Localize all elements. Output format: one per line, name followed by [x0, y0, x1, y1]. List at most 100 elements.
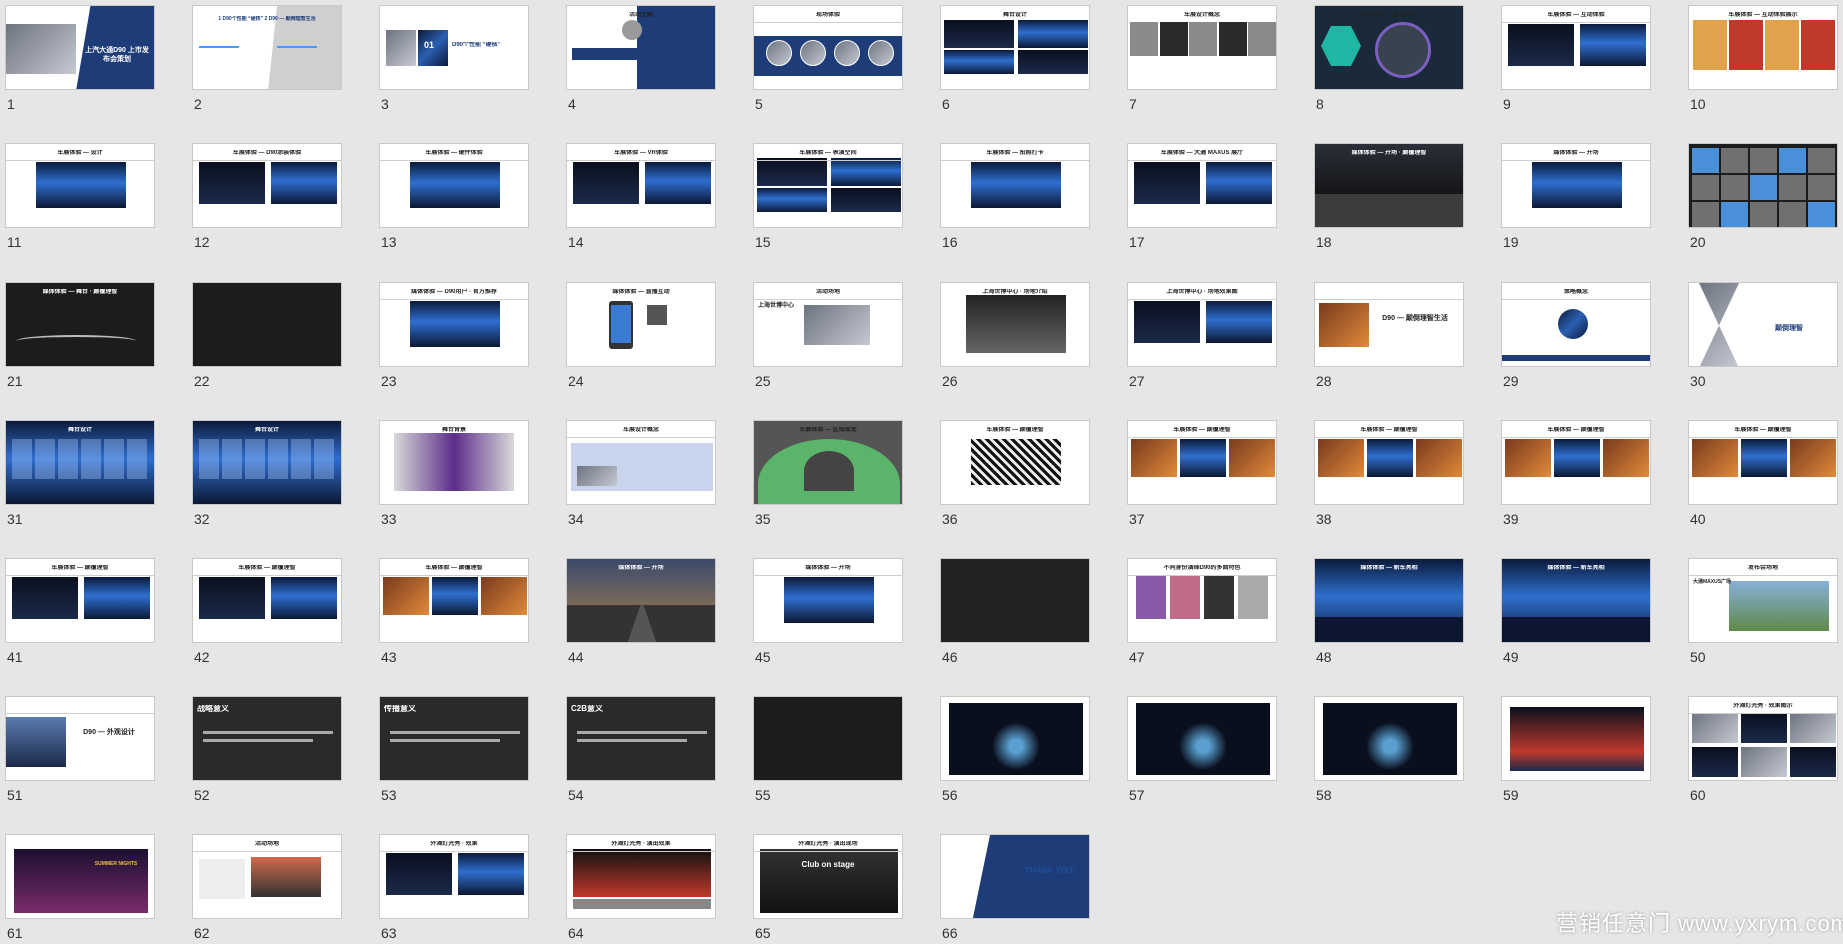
- slide-thumbnail[interactable]: 外滩灯光秀 · 演出现场 Club on stage: [753, 834, 903, 919]
- slide-thumbnail[interactable]: 传播意义: [379, 696, 529, 781]
- slide-thumbnail[interactable]: 车展体验 — 区域规划: [1314, 5, 1464, 90]
- slide-thumbnail[interactable]: 车展体验 — 颠覆理智: [1127, 420, 1277, 505]
- slide-thumbnail[interactable]: 策略概念: [1501, 282, 1651, 367]
- slide-thumbnail[interactable]: [1314, 696, 1464, 781]
- slide-thumbnail[interactable]: 车展体验 — 颠覆理智: [5, 558, 155, 643]
- slide-thumbnail[interactable]: 活动场地: [192, 834, 342, 919]
- slide-thumbnail[interactable]: 不同身份演绎D90的多面特色: [1127, 558, 1277, 643]
- slide-thumbnail[interactable]: 舞台背景: [379, 420, 529, 505]
- slide-thumbnail[interactable]: 媒体体验 — 开场: [753, 558, 903, 643]
- slide-thumbnail[interactable]: 车展体验 — D90涂装体验: [192, 143, 342, 228]
- text-lines: [390, 739, 500, 742]
- grid-photo: [1790, 713, 1836, 743]
- slide-thumbnail[interactable]: 媒体体验 — 舞台 · 颠覆理智: [5, 282, 155, 367]
- strip-photo: [1248, 22, 1276, 56]
- slide-thumbnail[interactable]: 媒体体验 — 新车亮相: [1314, 558, 1464, 643]
- slide-thumbnail[interactable]: 媒体体验 — 开场: [1501, 143, 1651, 228]
- slide-number: 60: [1690, 787, 1706, 803]
- slide-number: 44: [568, 649, 584, 665]
- slide-thumbnail[interactable]: 车展体验 — 颠覆理智: [1314, 420, 1464, 505]
- slide-thumbnail[interactable]: D90 — 颠倒理智生活: [1314, 282, 1464, 367]
- slide-title: 活动场地: [254, 841, 279, 847]
- title-rule: [1128, 299, 1276, 300]
- slide-title: 活动主题: [628, 12, 653, 18]
- slide-thumbnail[interactable]: D90 — 外观设计: [5, 696, 155, 781]
- slide-thumbnail[interactable]: 舞台设计: [940, 5, 1090, 90]
- grid-photo: [1790, 747, 1836, 777]
- slide-thumbnail[interactable]: 颠倒理智: [1688, 282, 1838, 367]
- slide-thumbnail[interactable]: 车展体验 — 拍照打卡: [940, 143, 1090, 228]
- slide-thumbnail[interactable]: 车展体验 — 区域规划: [753, 420, 903, 505]
- slide-thumbnail[interactable]: 媒体体验 — 直播互动: [566, 282, 716, 367]
- slide-title: 策略概念: [1563, 289, 1588, 295]
- slide-number: 51: [7, 787, 23, 803]
- slide-thumbnail[interactable]: 车展体验 — 颠覆理智: [192, 558, 342, 643]
- slide-thumbnail[interactable]: 车展体验 — 颠覆理智: [940, 420, 1090, 505]
- slide-thumbnail[interactable]: 现场体验: [753, 5, 903, 90]
- slide-thumbnail[interactable]: 战略意义: [192, 696, 342, 781]
- slide-thumbnail[interactable]: 车展设计概念: [1127, 5, 1277, 90]
- slide-thumbnail[interactable]: [940, 696, 1090, 781]
- slide-title: 不同身份演绎D90的多面特色: [1163, 565, 1241, 571]
- slide-thumbnail[interactable]: 上汽大通D90 上市发布会策划: [5, 5, 155, 90]
- photo-right: [1206, 301, 1272, 343]
- slide-thumbnail[interactable]: 舞台设计: [192, 420, 342, 505]
- photo-tl: [757, 158, 827, 186]
- title-rule: [380, 575, 528, 576]
- slide-thumbnail[interactable]: 车展体验 — 颠覆理智: [1501, 420, 1651, 505]
- slide-thumbnail[interactable]: [1501, 696, 1651, 781]
- slide-thumbnail[interactable]: 车展体验 — VR体验: [566, 143, 716, 228]
- qr-code: [647, 305, 667, 325]
- title-rule: [754, 22, 902, 23]
- slide-thumbnail[interactable]: 媒体体验 — 新车亮相: [1501, 558, 1651, 643]
- wall-screen: [127, 439, 147, 479]
- car-outline: [16, 335, 136, 347]
- slide-thumbnail[interactable]: 上海世博中心 · 场地效果图: [1127, 282, 1277, 367]
- grid-photo: [1692, 747, 1738, 777]
- slide-thumbnail[interactable]: 车展体验 — 颠覆理智: [379, 558, 529, 643]
- slide-title: 外滩灯光秀 · 演出现场: [798, 841, 858, 847]
- slide-thumbnail[interactable]: 车展体验 — 设计: [5, 143, 155, 228]
- slide-title: 舞台背景: [441, 427, 466, 433]
- slide-number: 8: [1316, 96, 1324, 112]
- slide-thumbnail[interactable]: 外滩灯光秀 · 效果图示 SUMMER NIGHTS: [5, 834, 155, 919]
- slide-thumbnail[interactable]: 车展体验 — 表演空间: [753, 143, 903, 228]
- slide-thumbnail[interactable]: 媒体体验 — 开场: [566, 558, 716, 643]
- slide-thumbnail[interactable]: 活动主题: [566, 5, 716, 90]
- slide-thumbnail[interactable]: 车展体验 — 互动体验: [1501, 5, 1651, 90]
- slide-number: 41: [7, 649, 23, 665]
- slide-thumbnail[interactable]: 外滩灯光秀 · 效果: [379, 834, 529, 919]
- trio-photo: [383, 577, 429, 615]
- stadium-photo: [251, 857, 321, 897]
- photo-left: [1134, 162, 1200, 204]
- trio-photo: [481, 577, 527, 615]
- slide-thumbnail[interactable]: 车展体验 — 颠覆理智: [1688, 420, 1838, 505]
- photo-br: [831, 188, 901, 212]
- slide-title: 车展体验 — 颠覆理智: [1547, 427, 1605, 433]
- slide-thumbnail[interactable]: 舞台设计: [5, 420, 155, 505]
- slide-thumbnail[interactable]: 活动场地 上海世博中心: [753, 282, 903, 367]
- slide-thumbnail[interactable]: [192, 282, 342, 367]
- slide-thumbnail[interactable]: [1688, 143, 1838, 228]
- slide-thumbnail[interactable]: [1127, 696, 1277, 781]
- slide-thumbnail[interactable]: [753, 696, 903, 781]
- slide-thumbnail[interactable]: THANK YOU!: [940, 834, 1090, 919]
- slide-thumbnail[interactable]: 车展体验 — 硬件体验: [379, 143, 529, 228]
- slide-thumbnail[interactable]: 1 D90个性能 “硬核” 2 D90 — 颠倒理智生活: [192, 5, 342, 90]
- slide-thumbnail[interactable]: 媒体体验 — D90用户 · 官方推荐: [379, 282, 529, 367]
- slide-thumbnail[interactable]: 外滩灯光秀 · 演出效果: [566, 834, 716, 919]
- title-rule: [567, 160, 715, 161]
- slide-thumbnail[interactable]: 车展体验 — 大通 MAXUS 展厅: [1127, 143, 1277, 228]
- slide-number: 10: [1690, 96, 1706, 112]
- slide-thumbnail[interactable]: 外滩灯光秀 · 效果图示: [1688, 696, 1838, 781]
- slide-thumbnail[interactable]: [940, 558, 1090, 643]
- trio-photo: [1741, 439, 1787, 477]
- slide-thumbnail[interactable]: C2B意义: [566, 696, 716, 781]
- title-rule: [567, 851, 715, 852]
- slide-thumbnail[interactable]: 车展体验 — 互动体验展示: [1688, 5, 1838, 90]
- slide-thumbnail[interactable]: 上海世博中心 · 场地介绍: [940, 282, 1090, 367]
- slide-thumbnail[interactable]: 车展设计概念: [566, 420, 716, 505]
- slide-thumbnail[interactable]: 01 D90个性能 “硬核”: [379, 5, 529, 90]
- slide-thumbnail[interactable]: 媒体体验 — 开场 · 颠覆理智: [1314, 143, 1464, 228]
- slide-thumbnail[interactable]: 发布会场地 大通MAXUS广场: [1688, 558, 1838, 643]
